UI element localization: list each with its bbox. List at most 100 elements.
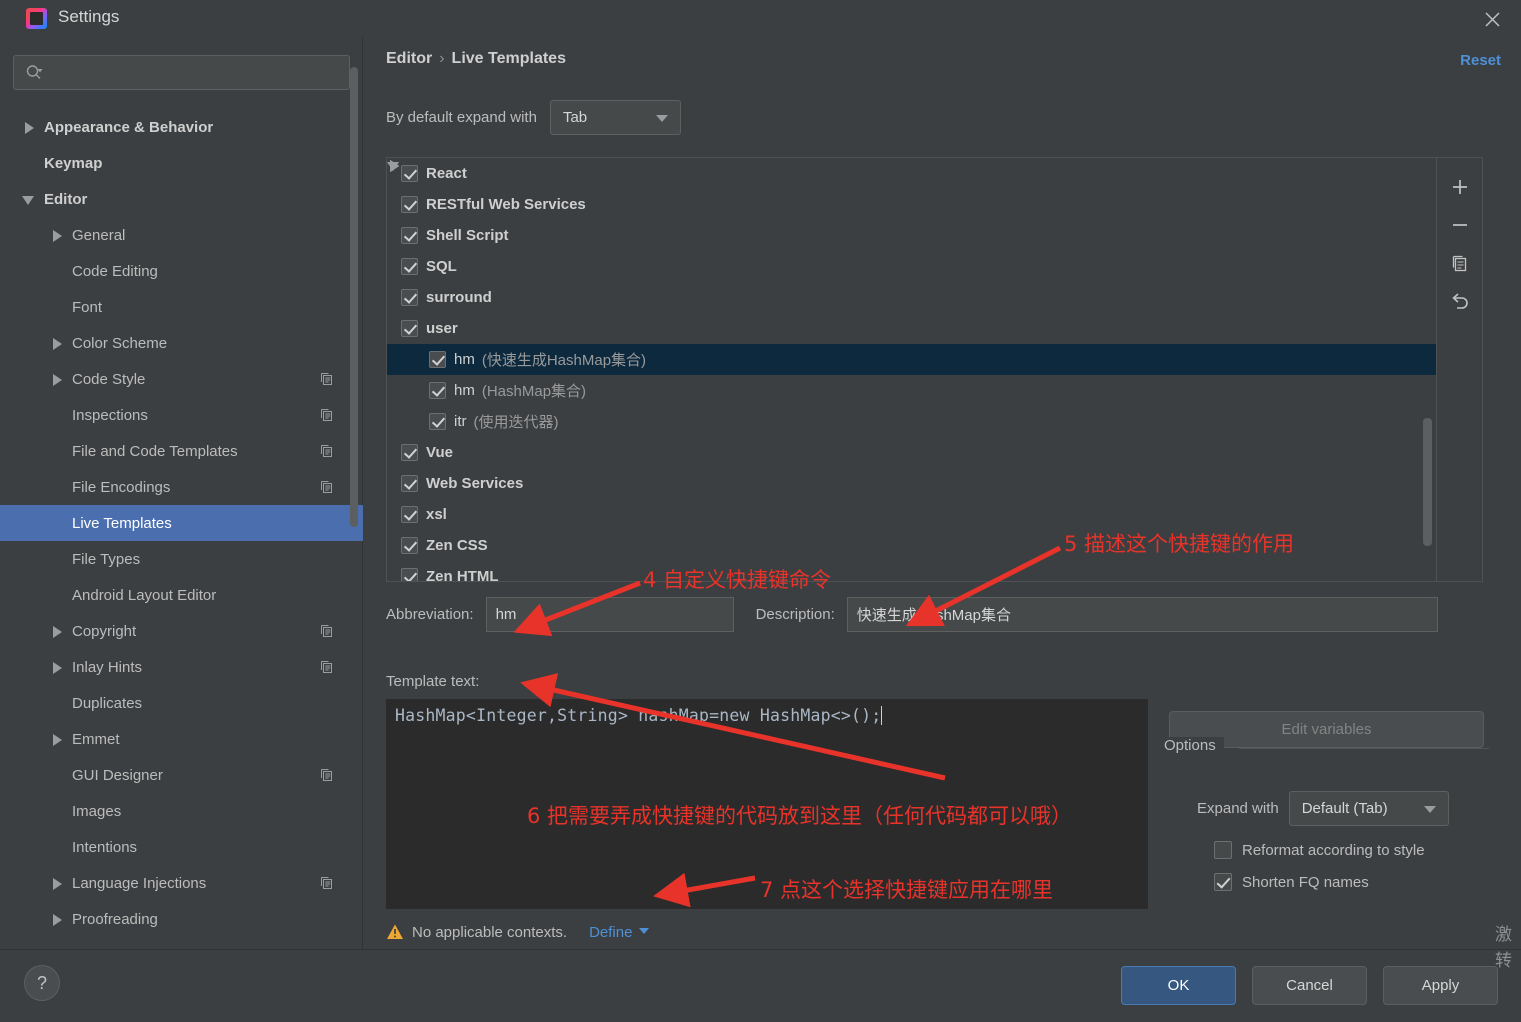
template-list-item[interactable]: Shell Script xyxy=(387,220,1482,251)
sidebar-item-copyright[interactable]: Copyright xyxy=(0,613,363,649)
reformat-label: Reformat according to style xyxy=(1242,841,1425,859)
breadcrumb-root[interactable]: Editor xyxy=(386,50,432,67)
template-name: hm xyxy=(454,382,475,399)
cancel-button[interactable]: Cancel xyxy=(1252,966,1367,1005)
define-link[interactable]: Define xyxy=(589,924,650,941)
sidebar-item-color-scheme[interactable]: Color Scheme xyxy=(0,325,363,361)
template-list-item[interactable]: user xyxy=(387,313,1482,344)
search-input[interactable] xyxy=(43,63,349,82)
chevron-right-icon[interactable] xyxy=(50,336,64,350)
template-checkbox[interactable] xyxy=(401,289,418,306)
template-list-item[interactable]: Zen HTML xyxy=(387,561,1482,581)
template-checkbox[interactable] xyxy=(401,537,418,554)
plus-icon[interactable] xyxy=(1443,168,1477,206)
sidebar-item-proofreading[interactable]: Proofreading xyxy=(0,901,363,937)
sidebar-item-editor[interactable]: Editor xyxy=(0,181,363,217)
template-list-item[interactable]: itr (使用迭代器) xyxy=(387,406,1482,437)
sidebar-item-font[interactable]: Font xyxy=(0,289,363,325)
template-list-item[interactable]: surround xyxy=(387,282,1482,313)
project-scope-icon xyxy=(320,768,333,781)
minus-icon[interactable] xyxy=(1443,206,1477,244)
sidebar-item-file-encodings[interactable]: File Encodings xyxy=(0,469,363,505)
search-box[interactable] xyxy=(13,55,350,90)
template-list-item[interactable]: hm (HashMap集合) xyxy=(387,375,1482,406)
settings-dialog: IJ Settings Appearance & Behavior Keymap E… xyxy=(0,0,1521,1022)
chevron-right-icon[interactable] xyxy=(22,120,36,134)
chevron-right-icon[interactable] xyxy=(50,876,64,890)
template-checkbox[interactable] xyxy=(401,568,418,581)
template-checkbox[interactable] xyxy=(429,413,446,430)
sidebar-item-gui-designer[interactable]: GUI Designer xyxy=(0,757,363,793)
chevron-down-icon[interactable] xyxy=(22,192,36,206)
sidebar-item-android-layout-editor[interactable]: Android Layout Editor xyxy=(0,577,363,613)
chevron-right-icon[interactable] xyxy=(50,228,64,242)
template-name: Web Services xyxy=(426,475,524,492)
chevron-right-icon[interactable] xyxy=(50,660,64,674)
sidebar-item-language-injections[interactable]: Language Injections xyxy=(0,865,363,901)
reset-link[interactable]: Reset xyxy=(1460,52,1501,69)
template-checkbox[interactable] xyxy=(429,351,446,368)
template-checkbox[interactable] xyxy=(401,165,418,182)
template-checkbox[interactable] xyxy=(401,506,418,523)
sidebar-item-label: Appearance & Behavior xyxy=(44,118,214,136)
apply-button[interactable]: Apply xyxy=(1383,966,1498,1005)
reformat-checkbox[interactable]: Reformat according to style xyxy=(1214,841,1425,859)
sidebar-item-intentions[interactable]: Intentions xyxy=(0,829,363,865)
ok-button[interactable]: OK xyxy=(1121,966,1236,1005)
template-list-item[interactable]: RESTful Web Services xyxy=(387,189,1482,220)
settings-sidebar: Appearance & Behavior Keymap Editor General… xyxy=(0,37,363,949)
template-list[interactable]: React RESTful Web Services Shell Script SQL… xyxy=(386,157,1483,582)
sidebar-item-file-and-code-templates[interactable]: File and Code Templates xyxy=(0,433,363,469)
sidebar-item-images[interactable]: Images xyxy=(0,793,363,829)
chevron-right-icon[interactable] xyxy=(50,624,64,638)
chevron-right-icon[interactable] xyxy=(50,912,64,926)
template-checkbox[interactable] xyxy=(429,382,446,399)
template-list-item[interactable]: Vue xyxy=(387,437,1482,468)
template-list-item[interactable]: Zen CSS xyxy=(387,530,1482,561)
sidebar-item-duplicates[interactable]: Duplicates xyxy=(0,685,363,721)
template-checkbox[interactable] xyxy=(401,444,418,461)
chevron-right-icon[interactable] xyxy=(50,372,64,386)
sidebar-item-inspections[interactable]: Inspections xyxy=(0,397,363,433)
sidebar-item-code-editing[interactable]: Code Editing xyxy=(0,253,363,289)
default-expand-dropdown[interactable]: Tab xyxy=(549,100,681,135)
template-list-item[interactable]: SQL xyxy=(387,251,1482,282)
sidebar-item-appearance-behavior[interactable]: Appearance & Behavior xyxy=(0,109,363,145)
template-checkbox[interactable] xyxy=(401,475,418,492)
template-list-item[interactable]: hm (快速生成HashMap集合) xyxy=(387,344,1482,375)
sidebar-item-file-types[interactable]: File Types xyxy=(0,541,363,577)
template-checkbox[interactable] xyxy=(401,320,418,337)
revert-icon[interactable] xyxy=(1443,282,1477,320)
sidebar-item-code-style[interactable]: Code Style xyxy=(0,361,363,397)
template-checkbox[interactable] xyxy=(401,227,418,244)
context-row: No applicable contexts. Define xyxy=(386,923,650,941)
abbreviation-input[interactable] xyxy=(485,597,734,632)
sidebar-item-keymap[interactable]: Keymap xyxy=(0,145,363,181)
shorten-fq-names-checkbox[interactable]: Shorten FQ names xyxy=(1214,873,1369,891)
template-checkbox[interactable] xyxy=(401,258,418,275)
sidebar-item-live-templates[interactable]: Live Templates xyxy=(0,505,363,541)
sidebar-item-inlay-hints[interactable]: Inlay Hints xyxy=(0,649,363,685)
sidebar-item-emmet[interactable]: Emmet xyxy=(0,721,363,757)
close-icon[interactable] xyxy=(1477,4,1507,34)
sidebar-item-general[interactable]: General xyxy=(0,217,363,253)
help-button[interactable]: ? xyxy=(24,965,60,1001)
copy-icon[interactable] xyxy=(1443,244,1477,282)
chevron-right-icon[interactable] xyxy=(50,732,64,746)
sidebar-item-label: Inlay Hints xyxy=(72,658,143,676)
template-checkbox[interactable] xyxy=(401,196,418,213)
template-list-scrollbar[interactable] xyxy=(1423,418,1432,546)
template-list-item[interactable]: Web Services xyxy=(387,468,1482,499)
sidebar-scrollbar[interactable] xyxy=(350,67,358,527)
sidebar-item-label: Proofreading xyxy=(72,910,158,928)
description-input[interactable] xyxy=(846,597,1438,632)
template-list-item[interactable]: React xyxy=(387,158,1482,189)
template-name: Zen CSS xyxy=(426,537,488,554)
template-list-item[interactable]: xsl xyxy=(387,499,1482,530)
template-rows: React RESTful Web Services Shell Script SQL… xyxy=(387,158,1482,581)
expand-with-dropdown[interactable]: Default (Tab) xyxy=(1288,791,1449,826)
